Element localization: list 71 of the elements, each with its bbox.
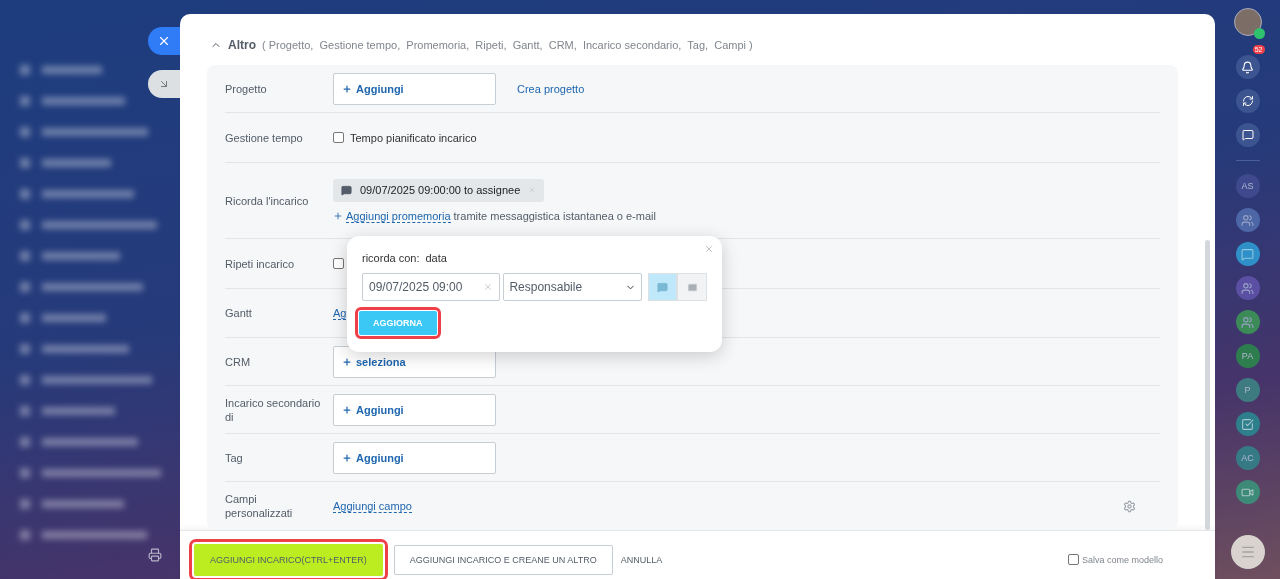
plus-icon — [342, 83, 352, 94]
remind-by-label: ricorda con: — [362, 252, 420, 264]
chat-avatar[interactable] — [1235, 310, 1260, 334]
chat-avatar[interactable] — [1235, 208, 1260, 232]
bell-icon — [1241, 60, 1254, 74]
refresh-icon — [1241, 95, 1254, 107]
chat-icon — [1241, 247, 1254, 261]
field-label: Gestione tempo — [225, 130, 304, 145]
field-label: Ricorda l'incarico — [225, 193, 310, 208]
add-button[interactable]: Aggiungi — [333, 393, 496, 426]
checkbox[interactable] — [1067, 554, 1079, 565]
remind-by-value[interactable]: data — [425, 252, 447, 264]
checkbox[interactable] — [333, 132, 344, 143]
cancel-link[interactable]: ANNULLA — [620, 554, 663, 565]
field-label: Campi personalizzati — [225, 492, 294, 520]
spiral-button[interactable] — [1235, 89, 1260, 113]
message-icon — [657, 281, 669, 293]
avatar-initials: P — [1244, 385, 1251, 395]
field-label: Incarico secondario di — [225, 395, 322, 424]
add-button[interactable]: Aggiungi — [333, 72, 496, 105]
create-project-link[interactable]: Crea progetto — [517, 82, 585, 95]
chat-avatar[interactable]: AS — [1235, 174, 1260, 198]
mail-icon — [686, 281, 698, 293]
close-icon — [157, 34, 171, 48]
chat-sync-button[interactable] — [1235, 123, 1260, 147]
close-button[interactable] — [148, 27, 180, 55]
chat-icon — [1241, 129, 1254, 141]
users-icon — [1241, 281, 1254, 295]
field-label: Tag — [225, 450, 244, 465]
chat-avatar[interactable] — [1235, 242, 1260, 266]
menu-icon — [1239, 544, 1256, 560]
user-avatar[interactable] — [1233, 8, 1262, 36]
avatar-initials: AC — [1241, 453, 1254, 463]
field-label: Ripeti incarico — [225, 256, 296, 271]
plus-icon — [342, 404, 352, 415]
chat-avatar[interactable] — [1235, 412, 1260, 436]
reminder-hint: tramite messaggistica istantanea o e-mail — [453, 210, 656, 222]
chat-avatar[interactable] — [1235, 276, 1260, 300]
section-summary: ( Progetto, Gestione tempo, Promemoria, Ripeti, Gantt, CRM, Incarico secondario, Tag, Campi ) — [262, 39, 753, 51]
minimize-button[interactable] — [148, 70, 180, 98]
add-link[interactable]: Ag — [333, 306, 347, 320]
scrollbar[interactable] — [1205, 240, 1210, 530]
avatar-initials: PA — [1241, 351, 1254, 361]
reminder-text: 09/07/2025 09:00:00 to assignee — [360, 184, 521, 196]
printer-icon[interactable] — [148, 548, 162, 562]
plus-icon — [333, 211, 343, 221]
field-label: Gantt — [225, 306, 253, 320]
add-button[interactable]: Aggiungi — [333, 441, 496, 474]
plus-icon — [342, 356, 352, 367]
menu-button[interactable] — [1230, 535, 1265, 569]
users-icon — [1241, 213, 1254, 227]
plus-icon — [342, 452, 352, 463]
add-reminder-link[interactable]: Aggiungi promemoria — [346, 209, 451, 223]
notifications-button[interactable] — [1235, 55, 1260, 79]
checkbox-label: Salva come modello — [1081, 554, 1163, 565]
field-label: Progetto — [225, 81, 268, 96]
add-and-create-button[interactable]: AGGIUNGI INCARICO E CREANE UN ALTRO — [393, 544, 613, 575]
add-link[interactable]: Aggiungi campo — [333, 499, 412, 513]
avatar-initials: AS — [1241, 181, 1254, 191]
checkbox-label: Tempo pianificato incarico — [350, 131, 477, 144]
recipient-select[interactable]: Responsabile — [503, 273, 642, 301]
message-icon — [341, 184, 352, 196]
chat-avatar[interactable] — [1235, 480, 1260, 504]
checkbox-icon — [1241, 417, 1254, 431]
arrow-icon — [158, 78, 170, 90]
status-icon — [1253, 28, 1265, 39]
field-label: CRM — [225, 354, 252, 369]
users-icon — [1241, 315, 1254, 329]
date-field[interactable]: 09/07/2025 09:00 — [362, 273, 501, 301]
section-title[interactable]: Altro — [228, 38, 256, 52]
checkbox[interactable] — [333, 258, 344, 269]
